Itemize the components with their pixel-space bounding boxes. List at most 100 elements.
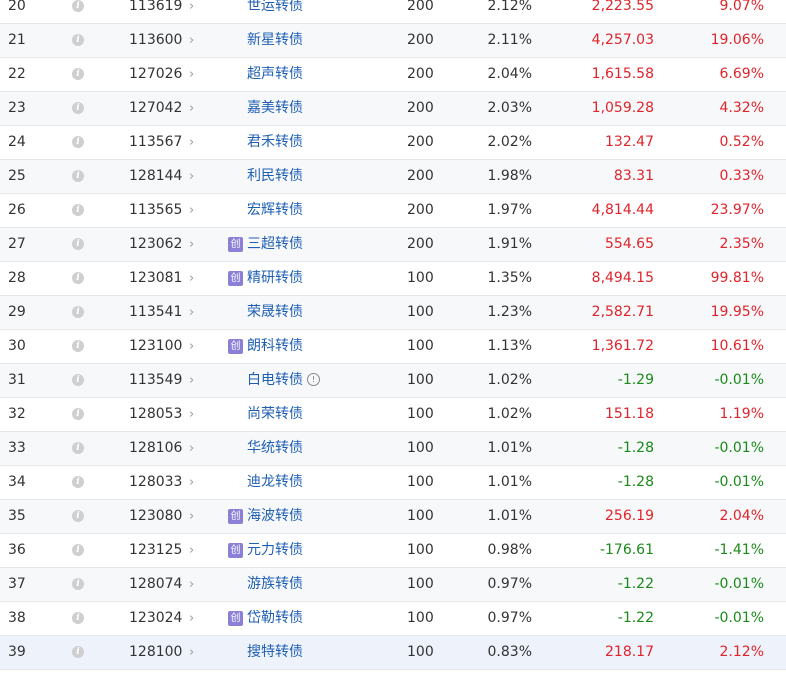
- table-row[interactable]: 30 i 123100 › 创朗科转债 100 1.13% 1,361.72 10.61%: [0, 330, 786, 364]
- info-icon[interactable]: i: [72, 544, 84, 556]
- chevron-right-icon[interactable]: ›: [189, 432, 194, 465]
- market-value: 554.65: [605, 236, 654, 252]
- chevron-right-icon[interactable]: ›: [189, 534, 194, 567]
- table-row[interactable]: 20 i 113619 › 世运转债 200 2.12% 2,223.55 9.07%: [0, 0, 786, 24]
- position-percent: 2.04%: [487, 66, 532, 82]
- bond-code: 128144: [129, 168, 183, 184]
- chevron-right-icon[interactable]: ›: [189, 24, 194, 57]
- table-row[interactable]: 24 i 113567 › 君禾转债 200 2.02% 132.47 0.52%: [0, 126, 786, 160]
- bond-name-link[interactable]: 宏辉转债: [247, 194, 303, 227]
- change-percent: 19.95%: [710, 304, 764, 320]
- info-icon[interactable]: i: [72, 34, 84, 46]
- bond-code: 128053: [129, 406, 183, 422]
- market-value: 8,494.15: [591, 270, 654, 286]
- bond-name-link[interactable]: 游族转债: [247, 568, 303, 601]
- chevron-right-icon[interactable]: ›: [189, 58, 194, 91]
- bond-name-link[interactable]: 华统转债: [247, 432, 303, 465]
- table-row[interactable]: 39 i 128100 › 搜特转债 100 0.83% 218.17 2.12%: [0, 636, 786, 670]
- chevron-right-icon[interactable]: ›: [189, 296, 194, 329]
- position-percent: 0.97%: [487, 576, 532, 592]
- row-index: 27: [8, 236, 26, 252]
- bond-code: 123125: [129, 542, 183, 558]
- info-icon[interactable]: i: [72, 442, 84, 454]
- change-percent: 2.12%: [719, 644, 764, 660]
- quantity: 200: [407, 236, 434, 252]
- table-row[interactable]: 26 i 113565 › 宏辉转债 200 1.97% 4,814.44 23.97%: [0, 194, 786, 228]
- bond-name-link[interactable]: 世运转债: [247, 0, 303, 23]
- info-icon[interactable]: i: [72, 306, 84, 318]
- bond-name-link[interactable]: 超声转债: [247, 58, 303, 91]
- table-row[interactable]: 34 i 128033 › 迪龙转债 100 1.01% -1.28 -0.01%: [0, 466, 786, 500]
- chuang-badge: 创: [228, 271, 243, 286]
- info-icon[interactable]: i: [72, 646, 84, 658]
- chevron-right-icon[interactable]: ›: [189, 602, 194, 635]
- info-icon[interactable]: i: [72, 204, 84, 216]
- chevron-right-icon[interactable]: ›: [189, 0, 194, 23]
- bond-name-link[interactable]: 嘉美转债: [247, 92, 303, 125]
- table-row[interactable]: 35 i 123080 › 创海波转债 100 1.01% 256.19 2.04%: [0, 500, 786, 534]
- info-icon[interactable]: i: [72, 408, 84, 420]
- chevron-right-icon[interactable]: ›: [189, 330, 194, 363]
- bond-name-link[interactable]: 海波转债: [247, 500, 303, 533]
- table-row[interactable]: 37 i 128074 › 游族转债 100 0.97% -1.22 -0.01%: [0, 568, 786, 602]
- table-row[interactable]: 27 i 123062 › 创三超转债 200 1.91% 554.65 2.35%: [0, 228, 786, 262]
- position-percent: 1.01%: [487, 440, 532, 456]
- info-icon[interactable]: i: [72, 238, 84, 250]
- chevron-right-icon[interactable]: ›: [189, 636, 194, 669]
- table-row[interactable]: 23 i 127042 › 嘉美转债 200 2.03% 1,059.28 4.32%: [0, 92, 786, 126]
- table-row[interactable]: 36 i 123125 › 创元力转债 100 0.98% -176.61 -1.41%: [0, 534, 786, 568]
- info-icon[interactable]: i: [72, 374, 84, 386]
- bond-name-link[interactable]: 利民转债: [247, 160, 303, 193]
- info-icon[interactable]: i: [72, 340, 84, 352]
- chevron-right-icon[interactable]: ›: [189, 466, 194, 499]
- chevron-right-icon[interactable]: ›: [189, 92, 194, 125]
- info-icon[interactable]: i: [72, 272, 84, 284]
- chevron-right-icon[interactable]: ›: [189, 568, 194, 601]
- bond-name-link[interactable]: 三超转债: [247, 228, 303, 261]
- bond-name-link[interactable]: 新星转债: [247, 24, 303, 57]
- chevron-right-icon[interactable]: ›: [189, 228, 194, 261]
- chevron-right-icon[interactable]: ›: [189, 160, 194, 193]
- table-row[interactable]: 33 i 128106 › 华统转债 100 1.01% -1.28 -0.01%: [0, 432, 786, 466]
- bond-name-link[interactable]: 搜特转债: [247, 636, 303, 669]
- warning-circle-icon[interactable]: !: [307, 372, 320, 386]
- chevron-right-icon[interactable]: ›: [189, 398, 194, 431]
- chevron-right-icon[interactable]: ›: [189, 364, 194, 397]
- info-icon[interactable]: i: [72, 612, 84, 624]
- bond-name-link[interactable]: 迪龙转债: [247, 466, 303, 499]
- table-row[interactable]: 21 i 113600 › 新星转债 200 2.11% 4,257.03 19.06%: [0, 24, 786, 58]
- info-icon[interactable]: i: [72, 510, 84, 522]
- bond-name-label: 三超转债: [247, 236, 303, 252]
- info-icon[interactable]: i: [72, 476, 84, 488]
- bond-name-link[interactable]: 荣晟转债: [247, 296, 303, 329]
- table-row[interactable]: 32 i 128053 › 尚荣转债 100 1.02% 151.18 1.19%: [0, 398, 786, 432]
- info-icon[interactable]: i: [72, 136, 84, 148]
- bond-name-link[interactable]: 精研转债: [247, 262, 303, 295]
- bond-name-link[interactable]: 君禾转债: [247, 126, 303, 159]
- bond-name-link[interactable]: 元力转债: [247, 534, 303, 567]
- bond-name-link[interactable]: 尚荣转债: [247, 398, 303, 431]
- table-row[interactable]: 22 i 127026 › 超声转债 200 2.04% 1,615.58 6.69%: [0, 58, 786, 92]
- info-icon[interactable]: i: [72, 102, 84, 114]
- bond-name-label: 荣晟转债: [247, 304, 303, 320]
- row-index: 23: [8, 100, 26, 116]
- info-icon[interactable]: i: [72, 68, 84, 80]
- info-icon[interactable]: i: [72, 578, 84, 590]
- quantity: 200: [407, 168, 434, 184]
- table-row[interactable]: 25 i 128144 › 利民转债 200 1.98% 83.31 0.33%: [0, 160, 786, 194]
- position-percent: 1.91%: [487, 236, 532, 252]
- bond-name-link[interactable]: 朗科转债: [247, 330, 303, 363]
- table-row[interactable]: 38 i 123024 › 创岱勒转债 100 0.97% -1.22 -0.01%: [0, 602, 786, 636]
- bond-name-link[interactable]: 白电转债!: [247, 364, 320, 397]
- table-row[interactable]: 29 i 113541 › 荣晟转债 100 1.23% 2,582.71 19.95%: [0, 296, 786, 330]
- chevron-right-icon[interactable]: ›: [189, 500, 194, 533]
- quantity: 200: [407, 100, 434, 116]
- bond-name-link[interactable]: 岱勒转债: [247, 602, 303, 635]
- chevron-right-icon[interactable]: ›: [189, 126, 194, 159]
- chevron-right-icon[interactable]: ›: [189, 194, 194, 227]
- info-icon[interactable]: i: [72, 0, 84, 12]
- table-row[interactable]: 31 i 113549 › 白电转债! 100 1.02% -1.29 -0.01%: [0, 364, 786, 398]
- info-icon[interactable]: i: [72, 170, 84, 182]
- table-row[interactable]: 28 i 123081 › 创精研转债 100 1.35% 8,494.15 99.81%: [0, 262, 786, 296]
- chevron-right-icon[interactable]: ›: [189, 262, 194, 295]
